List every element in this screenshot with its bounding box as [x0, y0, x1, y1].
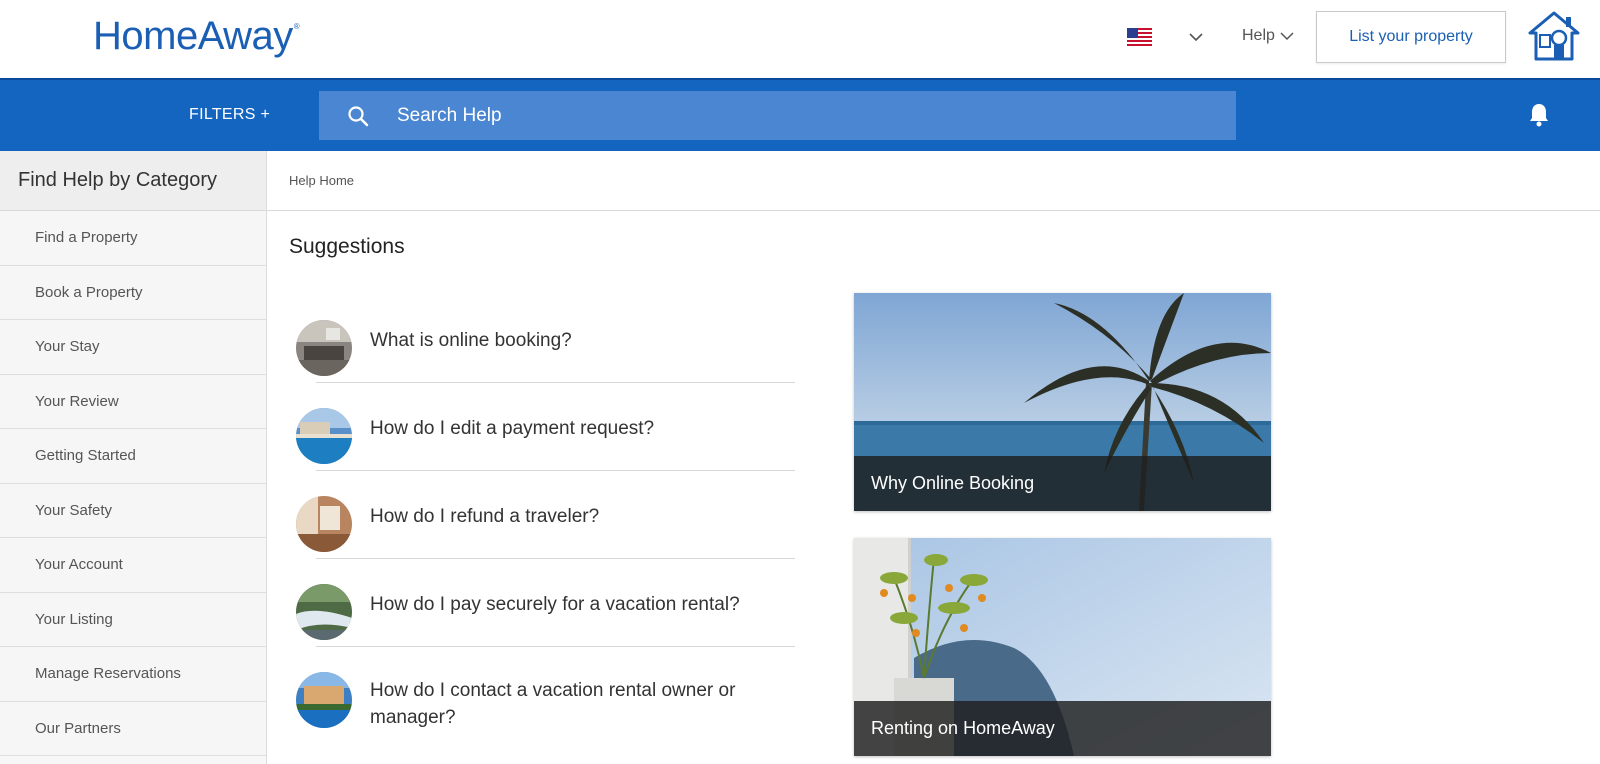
sidebar-item-find-a-property[interactable]: Find a Property: [0, 211, 266, 266]
sidebar-item-your-review[interactable]: Your Review: [0, 374, 266, 429]
sidebar-item-getting-started[interactable]: Getting Started: [0, 429, 266, 484]
list-item[interactable]: How do I edit a payment request?: [289, 383, 795, 471]
sidebar-item-our-partners[interactable]: Our Partners: [0, 701, 266, 756]
list-your-property-button[interactable]: List your property: [1316, 11, 1506, 63]
search-box[interactable]: [319, 91, 1236, 140]
top-header: HomeAway® Help List your property: [0, 0, 1600, 80]
chevron-down-icon[interactable]: [1188, 30, 1204, 44]
suggestion-question[interactable]: How do I edit a payment request?: [370, 415, 790, 442]
sidebar-item-your-listing[interactable]: Your Listing: [0, 592, 266, 647]
sidebar-item-your-stay[interactable]: Your Stay: [0, 320, 266, 375]
card-caption: Renting on HomeAway: [854, 701, 1271, 756]
suggestion-question[interactable]: How do I pay securely for a vacation ren…: [370, 591, 790, 618]
card-caption: Why Online Booking: [854, 456, 1271, 511]
sidebar-item-manage-reservations[interactable]: Manage Reservations: [0, 647, 266, 702]
why-online-booking-card[interactable]: Why Online Booking: [854, 293, 1271, 511]
homeaway-house-icon[interactable]: [1526, 11, 1582, 63]
sidebar-item-your-safety[interactable]: Your Safety: [0, 483, 266, 538]
list-item[interactable]: What is online booking?: [289, 295, 795, 383]
search-bar: FILTERS +: [0, 80, 1600, 151]
suggestions-list: What is online booking? How do I edit a …: [289, 295, 795, 735]
interior-photo-icon: [296, 496, 352, 552]
page-title: Suggestions: [289, 235, 405, 258]
suggestion-question[interactable]: How do I refund a traveler?: [370, 503, 790, 530]
search-input[interactable]: [397, 91, 1217, 140]
filters-button[interactable]: FILTERS +: [189, 106, 270, 124]
us-flag-icon[interactable]: [1127, 28, 1152, 46]
bell-icon[interactable]: [1528, 102, 1550, 128]
living-room-photo-icon: [296, 320, 352, 376]
category-sidebar: Find Help by Category Find a Property Bo…: [0, 151, 267, 764]
suggestion-question[interactable]: What is online booking?: [370, 327, 790, 354]
help-menu[interactable]: Help: [1242, 27, 1294, 45]
list-item[interactable]: How do I refund a traveler?: [289, 471, 795, 559]
breadcrumb-bar: Help Home: [267, 151, 1600, 211]
sidebar-item-book-a-property[interactable]: Book a Property: [0, 265, 266, 320]
river-photo-icon: [296, 584, 352, 640]
help-menu-label: Help: [1242, 27, 1275, 44]
suggestion-question[interactable]: How do I contact a vacation rental owner…: [370, 677, 790, 731]
villa-photo-icon: [296, 672, 352, 728]
chevron-down-icon: [1280, 32, 1294, 41]
sidebar-title: Find Help by Category: [0, 151, 266, 211]
homeaway-logo[interactable]: HomeAway®: [93, 14, 300, 59]
breadcrumb[interactable]: Help Home: [289, 173, 354, 188]
pool-photo-icon: [296, 408, 352, 464]
sidebar-item-your-account[interactable]: Your Account: [0, 538, 266, 593]
search-icon[interactable]: [347, 105, 369, 127]
list-item[interactable]: How do I contact a vacation rental owner…: [289, 647, 794, 735]
renting-on-homeaway-card[interactable]: Renting on HomeAway: [854, 538, 1271, 756]
list-item[interactable]: How do I pay securely for a vacation ren…: [289, 559, 795, 647]
